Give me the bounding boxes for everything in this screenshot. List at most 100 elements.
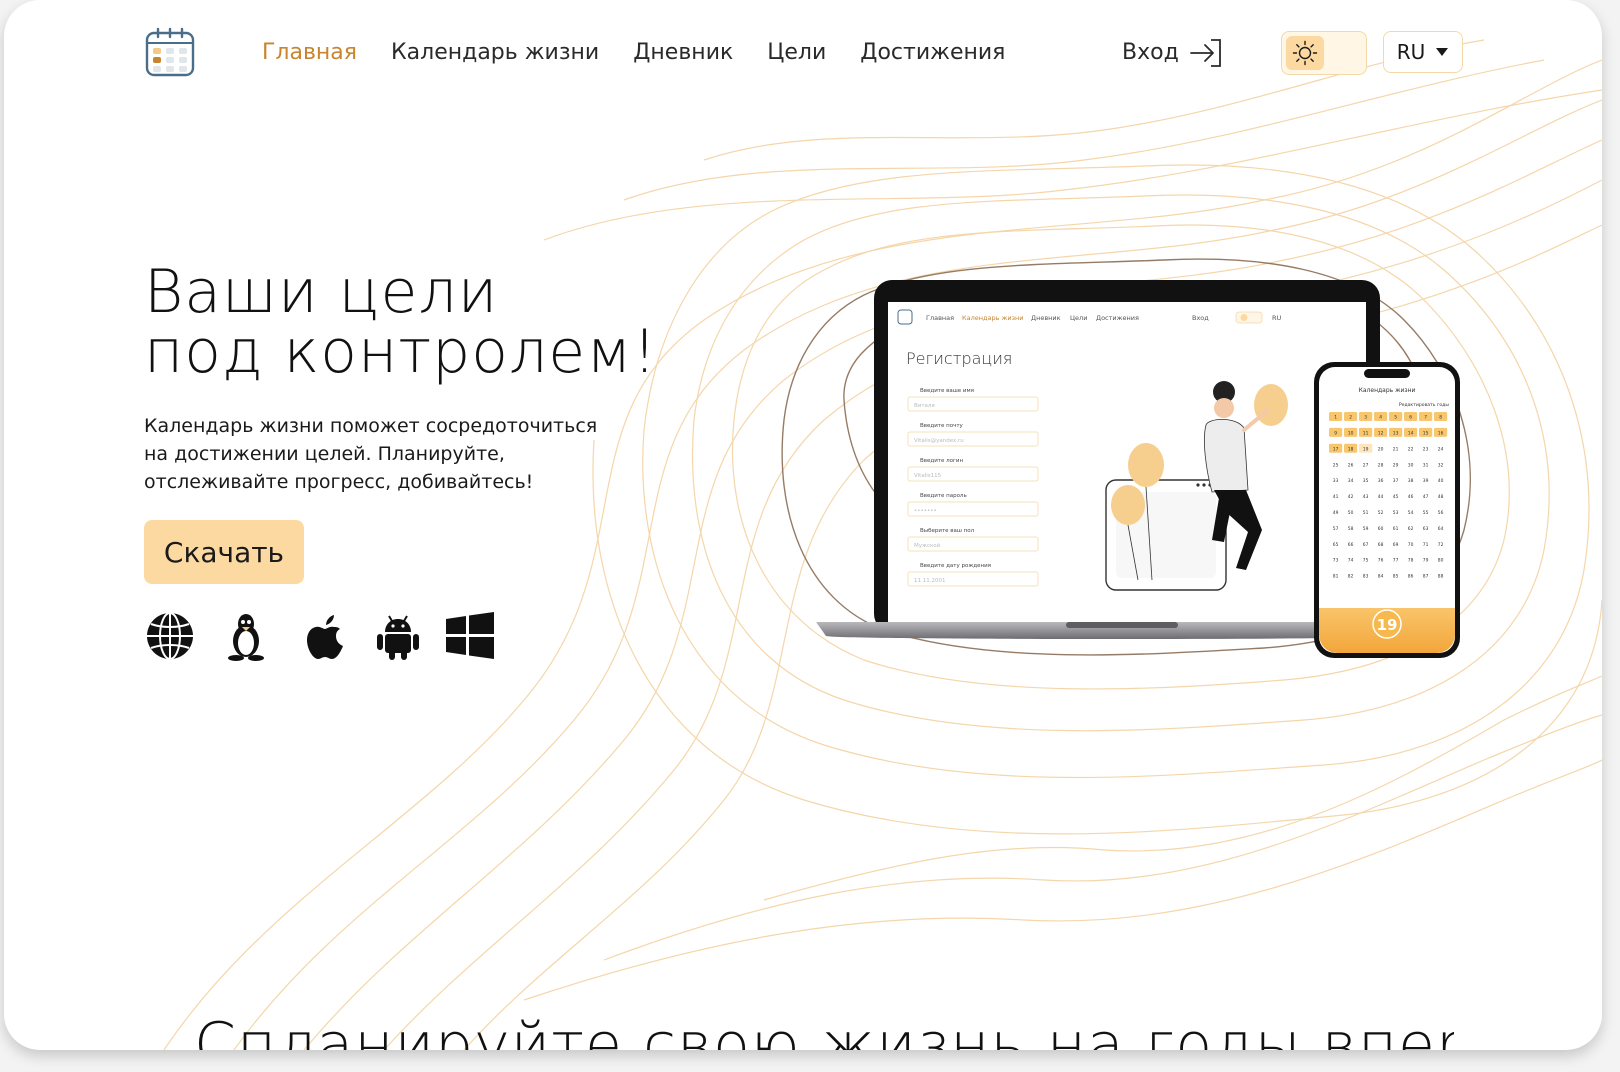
phone-edit-label: Редактировать годы — [1399, 402, 1450, 408]
calendar-year-label: 88 — [1438, 574, 1444, 580]
calendar-year-label: 11 — [1363, 431, 1369, 437]
section-heading: Спланируйте свою жизнь на годы вперёд! — [194, 1015, 1454, 1050]
calendar-year-label: 2 — [1349, 415, 1352, 421]
calendar-year-label: 46 — [1408, 494, 1414, 500]
caret-down-icon — [1436, 48, 1449, 56]
nav-item-achievements[interactable]: Достижения — [860, 36, 1005, 70]
apple-icon[interactable] — [299, 610, 351, 662]
mini-field-value: Vitalis115 — [914, 473, 942, 479]
calendar-year-label: 73 — [1333, 558, 1339, 564]
calendar-year-label: 54 — [1408, 510, 1414, 516]
theme-toggle-knob — [1286, 36, 1324, 70]
mini-registration-title: Регистрация — [906, 349, 1012, 368]
mini-field-value: 11.11.2001 — [914, 578, 946, 584]
calendar-year-label: 42 — [1348, 494, 1354, 500]
calendar-year-label: 57 — [1333, 526, 1339, 532]
calendar-logo-icon[interactable] — [144, 27, 196, 79]
calendar-year-label: 35 — [1363, 478, 1369, 484]
windows-icon[interactable] — [444, 610, 496, 662]
calendar-year-label: 71 — [1423, 542, 1429, 548]
calendar-year-label: 9 — [1334, 431, 1337, 437]
calendar-year-label: 23 — [1423, 446, 1429, 452]
calendar-year-label: 59 — [1363, 526, 1369, 532]
calendar-year-label: 77 — [1393, 558, 1399, 564]
calendar-year-label: 8 — [1439, 415, 1442, 421]
nav-item-diary[interactable]: Дневник — [633, 36, 733, 70]
calendar-year-label: 5 — [1394, 415, 1397, 421]
calendar-year-label: 16 — [1438, 431, 1444, 437]
download-button[interactable]: Скачать — [144, 520, 304, 584]
calendar-year-label: 28 — [1378, 462, 1384, 468]
calendar-year-label: 78 — [1408, 558, 1414, 564]
calendar-year-label: 55 — [1423, 510, 1429, 516]
calendar-year-label: 75 — [1363, 558, 1369, 564]
hero-title-line-2: под контролем! — [144, 317, 658, 387]
hero-description: Календарь жизни поможет сосредоточиться … — [144, 415, 598, 493]
calendar-year-label: 50 — [1348, 510, 1354, 516]
hero-title-line-1: Ваши цели — [144, 257, 499, 327]
login-button[interactable]: Вход — [1122, 36, 1223, 70]
calendar-year-label: 22 — [1408, 446, 1414, 452]
calendar-year-label: 74 — [1348, 558, 1354, 564]
mini-language: RU — [1272, 314, 1282, 322]
calendar-year-label: 67 — [1363, 542, 1369, 548]
calendar-year-label: 6 — [1409, 415, 1412, 421]
linux-icon[interactable] — [220, 610, 272, 662]
calendar-year-label: 53 — [1393, 510, 1399, 516]
calendar-year-label: 18 — [1348, 446, 1354, 452]
calendar-year-label: 38 — [1408, 478, 1414, 484]
calendar-year-label: 17 — [1333, 446, 1339, 452]
calendar-year-label: 52 — [1378, 510, 1384, 516]
calendar-year-label: 3 — [1364, 415, 1367, 421]
calendar-year-label: 29 — [1393, 462, 1399, 468]
nav-item-goals[interactable]: Цели — [767, 36, 826, 70]
theme-toggle[interactable] — [1281, 31, 1367, 75]
page-card: Главная Календарь жизни Дневник Цели Дос… — [4, 0, 1602, 1050]
calendar-year-label: 80 — [1438, 558, 1444, 564]
hero-title: Ваши цели под контролем! — [144, 262, 664, 382]
calendar-year-label: 41 — [1333, 494, 1339, 500]
calendar-year-label: 1 — [1334, 415, 1337, 421]
language-label: RU — [1396, 40, 1426, 64]
calendar-year-label: 13 — [1393, 431, 1399, 437]
nav-item-home[interactable]: Главная — [262, 36, 357, 70]
mini-nav-achievements: Достижения — [1096, 314, 1139, 322]
calendar-year-label: 26 — [1348, 462, 1354, 468]
calendar-year-label: 68 — [1378, 542, 1384, 548]
mini-nav-life-calendar: Календарь жизни — [962, 314, 1024, 322]
calendar-year-label: 24 — [1438, 446, 1444, 452]
mini-nav-home: Главная — [926, 314, 954, 322]
language-select[interactable]: RU — [1383, 31, 1463, 73]
mini-field-value: Виталя — [914, 403, 935, 409]
calendar-year-label: 4 — [1379, 415, 1382, 421]
calendar-year-label: 19 — [1363, 446, 1369, 452]
calendar-year-label: 15 — [1423, 431, 1429, 437]
mini-nav-goals: Цели — [1070, 314, 1087, 322]
calendar-year-label: 69 — [1393, 542, 1399, 548]
calendar-year-label: 61 — [1393, 526, 1399, 532]
android-icon[interactable] — [372, 610, 424, 662]
phone-badge: 19 — [1377, 616, 1398, 634]
calendar-year-label: 65 — [1333, 542, 1339, 548]
calendar-year-label: 82 — [1348, 574, 1354, 580]
mini-field-label: Введите дату рождения — [920, 563, 991, 569]
calendar-year-label: 60 — [1378, 526, 1384, 532]
mini-login: Вход — [1192, 314, 1209, 322]
calendar-year-label: 37 — [1393, 478, 1399, 484]
calendar-year-label: 27 — [1363, 462, 1369, 468]
nav-item-life-calendar[interactable]: Календарь жизни — [391, 36, 599, 70]
calendar-year-label: 25 — [1333, 462, 1339, 468]
login-label: Вход — [1122, 40, 1179, 65]
login-arrow-icon — [1189, 39, 1221, 67]
globe-icon[interactable] — [144, 610, 196, 662]
calendar-year-label: 64 — [1438, 526, 1444, 532]
mini-field-label: Введите пароль — [920, 493, 967, 499]
calendar-year-label: 76 — [1378, 558, 1384, 564]
calendar-year-label: 10 — [1348, 431, 1354, 437]
calendar-year-label: 84 — [1378, 574, 1384, 580]
mini-field-value: Мужской — [914, 542, 941, 549]
calendar-year-label: 85 — [1393, 574, 1399, 580]
calendar-year-label: 21 — [1393, 446, 1399, 452]
calendar-year-label: 39 — [1423, 478, 1429, 484]
mini-field-label: Введите логин — [920, 458, 963, 464]
